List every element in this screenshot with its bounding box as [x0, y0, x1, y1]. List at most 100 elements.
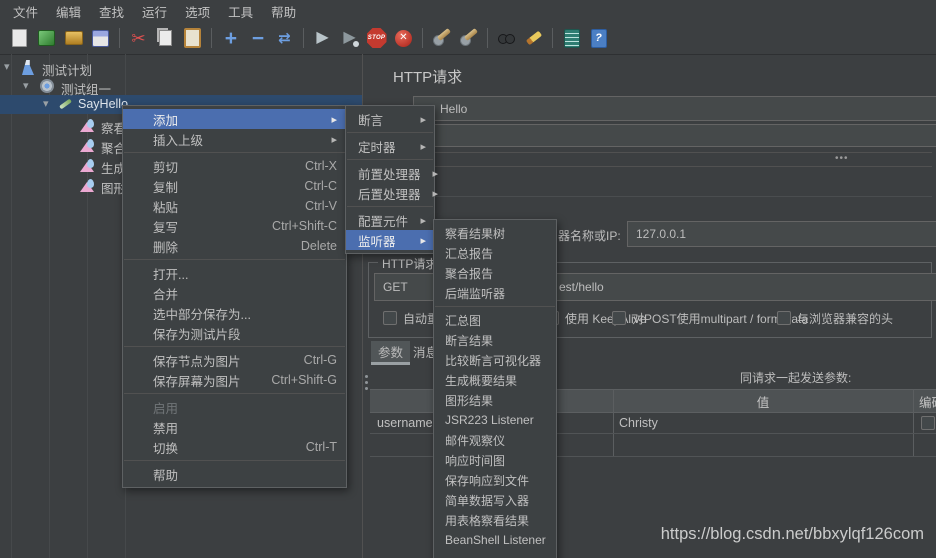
- cut-button[interactable]: ✂: [125, 25, 152, 52]
- browser-headers-checkbox[interactable]: [777, 311, 791, 325]
- submenu-arrow-icon: ▸: [420, 113, 426, 126]
- menu-options[interactable]: 选项: [176, 2, 219, 21]
- templates-button[interactable]: [33, 25, 60, 52]
- menu-item-delete[interactable]: 删除Delete: [123, 236, 346, 256]
- menu-run[interactable]: 运行: [133, 2, 176, 21]
- menu-item-aggregate-report[interactable]: 聚合报告: [434, 263, 556, 283]
- menu-item-save-node-as-image[interactable]: 保存节点为图片Ctrl-G: [123, 350, 346, 370]
- menu-file[interactable]: 文件: [4, 2, 47, 21]
- clear-search-button[interactable]: [520, 25, 547, 52]
- menu-item-view-results-tree[interactable]: 察看结果树: [434, 223, 556, 243]
- tab-parameters[interactable]: 参数: [371, 341, 410, 365]
- menu-edit[interactable]: 编辑: [47, 2, 90, 21]
- follow-redirects-checkbox[interactable]: [383, 311, 397, 325]
- new-plan-button[interactable]: [6, 25, 33, 52]
- toolbar-separator: [303, 28, 304, 48]
- server-name-field[interactable]: 127.0.0.1: [627, 221, 936, 247]
- menu-item-generate-summary-results[interactable]: 生成概要结果: [434, 370, 556, 390]
- menu-item-paste[interactable]: 粘贴Ctrl-V: [123, 196, 346, 216]
- menu-item-save-as-test-fragment[interactable]: 保存为测试片段: [123, 323, 346, 343]
- clear-all-button[interactable]: [455, 25, 482, 52]
- menu-item-add[interactable]: 添加▸: [123, 109, 346, 129]
- menu-item-simple-data-writer[interactable]: 简单数据写入器: [434, 490, 556, 510]
- menu-item-assertion-results[interactable]: 断言结果: [434, 330, 556, 350]
- shutdown-button[interactable]: ✕: [390, 25, 417, 52]
- scissors-icon: ✂: [131, 30, 145, 47]
- name-field[interactable]: Hello: [413, 96, 936, 121]
- menu-item-label: 配置元件: [358, 211, 408, 230]
- listener-icon: [80, 179, 94, 192]
- menu-separator: [124, 460, 345, 461]
- param-value-cell[interactable]: Christy: [619, 416, 658, 430]
- menu-item-copy[interactable]: 复制Ctrl-C: [123, 176, 346, 196]
- submenu-arrow-icon: ▸: [331, 113, 337, 126]
- server-name-label: 器名称或IP:: [558, 227, 621, 244]
- menu-item-response-time-graph[interactable]: 响应时间图: [434, 450, 556, 470]
- save-button[interactable]: [87, 25, 114, 52]
- menu-search[interactable]: 查找: [90, 2, 133, 21]
- menu-item-label: 插入上级: [153, 130, 203, 149]
- menu-item-duplicate[interactable]: 复写Ctrl+Shift-C: [123, 216, 346, 236]
- binoculars-icon: [498, 34, 515, 43]
- help-button[interactable]: ?: [585, 25, 612, 52]
- chevron-down-icon: ▾: [4, 60, 10, 73]
- start-button[interactable]: ▶: [309, 25, 336, 52]
- menu-help[interactable]: 帮助: [262, 2, 305, 21]
- menu-item-label: 合并: [153, 284, 178, 303]
- column-header-encode[interactable]: 编码?: [919, 392, 936, 411]
- menu-item-graph-results[interactable]: 图形结果: [434, 390, 556, 410]
- tree-node-test-plan[interactable]: ▾ 测试计划: [0, 58, 362, 77]
- menu-item-view-results-in-table[interactable]: 用表格察看结果: [434, 510, 556, 530]
- search-button[interactable]: [493, 25, 520, 52]
- menu-item-aggregate-graph[interactable]: 汇总图: [434, 310, 556, 330]
- menu-item-backend-listener[interactable]: 后端监听器: [434, 283, 556, 303]
- path-field[interactable]: est/hello: [540, 273, 936, 301]
- menu-item-cut[interactable]: 剪切Ctrl-X: [123, 156, 346, 176]
- menu-item-help[interactable]: 帮助: [123, 464, 346, 484]
- copy-icon: [159, 30, 172, 46]
- menu-item-disable[interactable]: 禁用: [123, 417, 346, 437]
- menu-item-config-element[interactable]: 配置元件▸: [346, 210, 434, 230]
- start-no-pauses-button[interactable]: ▶: [336, 25, 363, 52]
- toggle-button[interactable]: ⇄: [271, 25, 298, 52]
- menu-item-save-screen-as-image[interactable]: 保存屏幕为图片Ctrl+Shift-G: [123, 370, 346, 390]
- collapse-button[interactable]: −: [244, 25, 271, 52]
- test-plan-icon: [22, 60, 34, 75]
- copy-button[interactable]: [152, 25, 179, 52]
- param-encode-checkbox[interactable]: [921, 416, 935, 430]
- expand-button[interactable]: +: [217, 25, 244, 52]
- menu-item-timer[interactable]: 定时器▸: [346, 136, 434, 156]
- menu-item-jsr223-listener[interactable]: JSR223 Listener: [434, 410, 556, 430]
- menu-item-pre-processors[interactable]: 前置处理器▸: [346, 163, 434, 183]
- menu-item-open[interactable]: 打开...: [123, 263, 346, 283]
- menu-item-summary-report[interactable]: 汇总报告: [434, 243, 556, 263]
- clear-button[interactable]: [428, 25, 455, 52]
- menu-item-toggle[interactable]: 切换Ctrl-T: [123, 437, 346, 457]
- function-helper-button[interactable]: [558, 25, 585, 52]
- menu-item-label: 邮件观察仪: [445, 432, 505, 449]
- menu-item-merge[interactable]: 合并: [123, 283, 346, 303]
- column-header-value[interactable]: 值: [613, 392, 913, 411]
- menu-item-listener[interactable]: 监听器▸: [346, 230, 434, 250]
- menu-item-insert-parent[interactable]: 插入上级▸: [123, 129, 346, 149]
- param-name-cell[interactable]: username: [377, 416, 433, 430]
- open-button[interactable]: [60, 25, 87, 52]
- tree-node-thread-group[interactable]: ▾ 测试组一: [0, 77, 362, 96]
- more-options-button[interactable]: •••: [830, 153, 854, 164]
- menu-tools[interactable]: 工具: [219, 2, 262, 21]
- splitter-grip[interactable]: [365, 375, 368, 390]
- stop-button[interactable]: STOP: [363, 25, 390, 52]
- menu-item-assertions[interactable]: 断言 ▸: [346, 109, 434, 129]
- menu-item-save-responses-to-file[interactable]: 保存响应到文件: [434, 470, 556, 490]
- comment-field[interactable]: [413, 124, 936, 147]
- menu-item-label: 断言: [358, 110, 383, 129]
- menu-item-label: BeanShell Listener: [445, 533, 546, 547]
- paste-button[interactable]: [179, 25, 206, 52]
- menu-item-beanshell-listener[interactable]: BeanShell Listener: [434, 530, 556, 550]
- menu-item-mailer-visualizer[interactable]: 邮件观察仪: [434, 430, 556, 450]
- multipart-checkbox[interactable]: [612, 311, 626, 325]
- menu-item-save-selection-as[interactable]: 选中部分保存为...: [123, 303, 346, 323]
- menu-item-comparison-assertion-visualizer[interactable]: 比较断言可视化器: [434, 350, 556, 370]
- menu-item-label: 汇总图: [445, 312, 481, 329]
- menu-item-post-processors[interactable]: 后置处理器▸: [346, 183, 434, 203]
